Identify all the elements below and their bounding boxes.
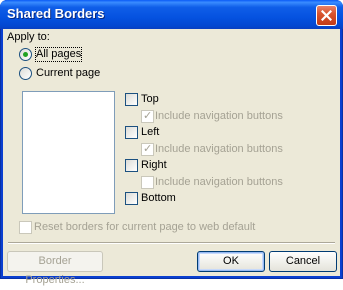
left-checkbox[interactable] (125, 126, 138, 139)
apply-to-label: Apply to: (7, 31, 50, 43)
top-nav-label: Include navigation buttons (155, 110, 283, 122)
top-nav-checkbox[interactable]: ✓ (141, 109, 154, 123)
left-label[interactable]: Left (141, 126, 159, 139)
right-nav-label: Include navigation buttons (155, 176, 283, 188)
radio-current-page-label[interactable]: Current page (36, 67, 100, 80)
ok-button[interactable]: OK (197, 251, 265, 272)
right-checkbox[interactable] (125, 159, 138, 172)
top-checkbox[interactable] (125, 93, 138, 106)
bottom-checkbox[interactable] (125, 192, 138, 205)
check-icon: ✓ (143, 109, 153, 122)
left-nav-checkbox[interactable]: ✓ (141, 142, 154, 156)
separator (8, 242, 335, 244)
top-label[interactable]: Top (141, 93, 159, 106)
shared-borders-dialog: Shared Borders Apply to: All pages Curre… (0, 0, 343, 286)
border-preview (22, 91, 115, 214)
right-label[interactable]: Right (141, 159, 167, 172)
reset-label: Reset borders for current page to web de… (34, 221, 256, 233)
right-nav-checkbox[interactable] (141, 176, 154, 189)
dialog-title: Shared Borders (7, 6, 105, 21)
close-icon (321, 10, 332, 21)
radio-all-pages-label[interactable]: All pages (34, 47, 83, 62)
left-nav-label: Include navigation buttons (155, 143, 283, 155)
radio-all-pages-button[interactable] (19, 48, 32, 61)
close-button[interactable] (316, 5, 337, 26)
radio-current-page-button[interactable] (19, 67, 32, 80)
title-bar[interactable]: Shared Borders (0, 0, 343, 29)
check-icon: ✓ (143, 142, 153, 155)
cancel-button[interactable]: Cancel (269, 251, 337, 272)
bottom-label[interactable]: Bottom (141, 192, 176, 205)
border-properties-button[interactable]: Border Properties... (7, 251, 103, 286)
dialog-client-area: Apply to: All pages Current page Top ✓ I… (3, 29, 340, 286)
reset-checkbox[interactable] (19, 221, 32, 234)
